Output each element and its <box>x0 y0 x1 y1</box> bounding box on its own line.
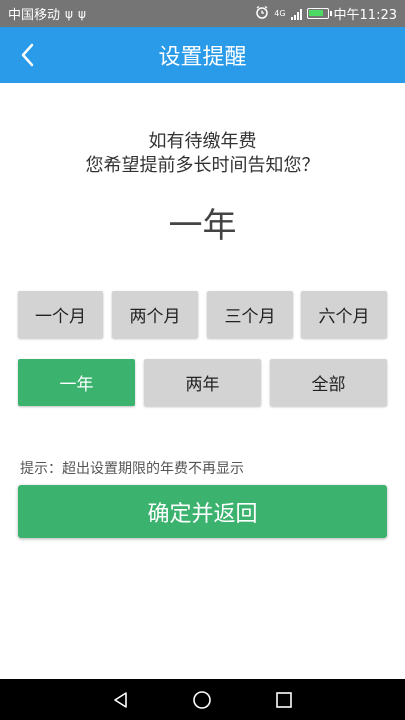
alarm-icon <box>255 5 269 23</box>
recents-square-icon <box>276 691 292 708</box>
prompt-line-2: 您希望提前多长时间告知您？ <box>85 155 320 176</box>
app-bar: 设置提醒 <box>0 27 405 83</box>
usb-icon: ψ <box>65 6 73 21</box>
option-three-months[interactable]: 三个月 <box>207 291 293 338</box>
option-all[interactable]: 全部 <box>270 359 387 406</box>
option-one-month[interactable]: 一个月 <box>18 291 103 338</box>
back-button[interactable] <box>8 35 48 75</box>
network-type-label: 4G <box>274 8 286 18</box>
signal-icon <box>290 8 302 20</box>
option-two-years[interactable]: 两年 <box>144 359 261 406</box>
page-title: 设置提醒 <box>158 45 247 70</box>
status-left: 中国移动 ψ ψ <box>8 4 86 24</box>
nav-back-button[interactable] <box>101 682 141 718</box>
back-triangle-icon <box>114 691 127 708</box>
status-right: 4G 中午11:23 <box>255 4 397 23</box>
prompt-line-1: 如有待缴年费 <box>148 131 257 152</box>
carrier-label: 中国移动 <box>8 8 61 23</box>
status-bar: 中国移动 ψ ψ 4G 中午11:23 <box>0 0 405 27</box>
battery-icon <box>306 8 332 19</box>
nav-home-button[interactable] <box>182 682 222 718</box>
option-six-months[interactable]: 六个月 <box>301 291 387 338</box>
chevron-left-icon <box>21 43 34 67</box>
usb-icon: ψ <box>77 6 86 21</box>
option-one-year[interactable]: 一年 <box>18 359 135 406</box>
clock-label: 中午11:23 <box>333 8 397 23</box>
prompt-text: 如有待缴年费 您希望提前多长时间告知您？ <box>0 130 405 178</box>
option-two-months[interactable]: 两个月 <box>112 291 198 338</box>
home-circle-icon <box>193 690 212 709</box>
nav-recents-button[interactable] <box>264 682 304 718</box>
hint-text: 提示：超出设置期限的年费不再显示 <box>20 461 244 477</box>
system-nav-bar <box>0 679 405 720</box>
selected-period-display: 一年 <box>168 206 237 246</box>
confirm-button[interactable]: 确定并返回 <box>18 485 387 538</box>
